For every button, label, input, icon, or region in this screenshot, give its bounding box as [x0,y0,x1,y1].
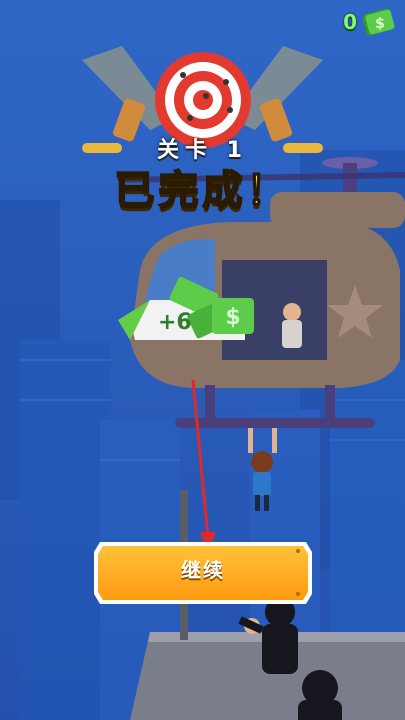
svg-text:$: $ [225,305,240,330]
cash-count: 0 [343,10,357,34]
cash-bill-icon: $ [363,8,395,36]
continue-button-label: 继续 [181,558,225,582]
soldier-character [282,303,302,348]
game-scene: $ [0,0,405,720]
continue-button[interactable]: 继续 [94,538,312,602]
cash-counter: 0 $ [343,8,395,36]
reward-amount: +6 [158,310,192,335]
level-completed-title: 已完成！ [114,167,291,215]
svg-text:$: $ [375,16,385,32]
